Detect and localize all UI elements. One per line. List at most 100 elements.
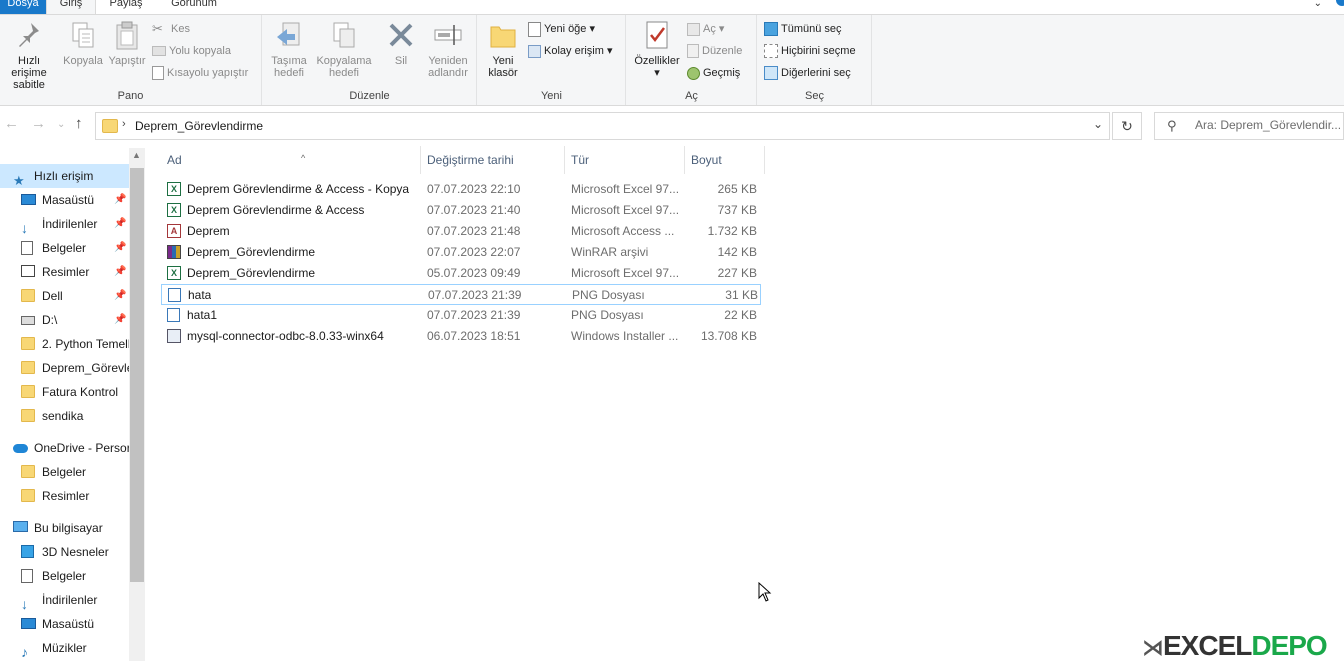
nav-item[interactable]: ★ Hızlı erişim bbox=[0, 164, 129, 188]
image-icon bbox=[168, 288, 183, 303]
rename-button[interactable]: Yeniden adlandır bbox=[421, 19, 475, 79]
open-button[interactable]: Aç ▾ bbox=[687, 19, 724, 39]
nav-item-label: Belgeler bbox=[42, 241, 87, 255]
pin-icon[interactable]: 📌 bbox=[114, 260, 126, 284]
file-name[interactable]: Deprem Görevlendirme & Access bbox=[187, 200, 364, 221]
invert-selection-button[interactable]: Diğerlerini seç bbox=[764, 63, 851, 83]
breadcrumb-current[interactable]: Deprem_Görevlendirme bbox=[135, 119, 263, 133]
navpane-scrollbar[interactable]: ▲ bbox=[129, 148, 145, 661]
nav-item[interactable]: Masaüstü bbox=[0, 612, 129, 636]
select-all-button[interactable]: Tümünü seç bbox=[764, 19, 842, 39]
select-none-button[interactable]: Hiçbirini seçme bbox=[764, 41, 856, 61]
file-row[interactable]: X Deprem_Görevlendirme 05.07.2023 09:49 Mic… bbox=[161, 263, 761, 284]
nav-item[interactable]: Resimler bbox=[0, 484, 129, 508]
pin-quick-access-label: Hızlı erişime sabitle bbox=[11, 55, 47, 91]
nav-item[interactable]: OneDrive - Persor bbox=[0, 436, 129, 460]
nav-item[interactable]: ♪ Müzikler bbox=[0, 636, 129, 660]
column-header-size[interactable]: Boyut bbox=[685, 146, 765, 174]
file-date: 07.07.2023 22:10 bbox=[427, 182, 521, 196]
refresh-button[interactable]: ↻ bbox=[1112, 112, 1142, 140]
pin-quick-access-button[interactable]: Hızlı erişime sabitle bbox=[0, 19, 58, 91]
paste-button[interactable]: Yapıştır bbox=[104, 19, 150, 67]
nav-item[interactable]: D:\ 📌 bbox=[0, 308, 129, 332]
file-name[interactable]: hata1 bbox=[187, 305, 217, 326]
file-name[interactable]: Deprem Görevlendirme & Access - Kopya bbox=[187, 179, 409, 200]
nav-item[interactable]: Belgeler 📌 bbox=[0, 236, 129, 260]
history-button[interactable]: Geçmiş bbox=[687, 63, 740, 83]
new-folder-button[interactable]: Yeni klasör bbox=[480, 19, 526, 79]
copy-icon bbox=[72, 22, 94, 48]
address-bar[interactable]: › Deprem_Görevlendirme ⌄ bbox=[95, 112, 1110, 140]
file-name[interactable]: Deprem_Görevlendirme bbox=[187, 263, 315, 284]
copy-path-button[interactable]: Yolu kopyala bbox=[152, 41, 231, 61]
breadcrumb-chevron-icon[interactable]: › bbox=[122, 118, 126, 130]
nav-item-label: Bu bilgisayar bbox=[34, 521, 103, 535]
file-row[interactable]: Deprem_Görevlendirme 07.07.2023 22:07 WinR… bbox=[161, 242, 761, 263]
column-header-date-label: Değiştirme tarihi bbox=[427, 153, 514, 167]
nav-item[interactable]: Bu bilgisayar bbox=[0, 516, 129, 540]
pin-icon[interactable]: 📌 bbox=[114, 212, 126, 236]
edit-button[interactable]: Düzenle bbox=[687, 41, 742, 61]
file-row[interactable]: hata1 07.07.2023 21:39 PNG Dosyası 22 KB bbox=[161, 305, 761, 326]
copy-to-button[interactable]: Kopyalama hedefi bbox=[313, 19, 375, 79]
recent-locations-icon[interactable]: ⌄ bbox=[57, 119, 65, 130]
back-arrow-icon[interactable]: ← bbox=[4, 115, 19, 132]
nav-item[interactable]: 3D Nesneler bbox=[0, 540, 129, 564]
nav-item[interactable]: Deprem_Görevle bbox=[0, 356, 129, 380]
nav-item[interactable]: ↓ İndirilenler 📌 bbox=[0, 212, 129, 236]
column-header-name[interactable]: ^ Ad bbox=[161, 146, 421, 174]
tab-share[interactable]: Paylaş bbox=[100, 0, 152, 14]
pin-icon[interactable]: 📌 bbox=[114, 308, 126, 332]
nav-item[interactable]: Belgeler bbox=[0, 564, 129, 588]
new-item-label: Yeni öğe bbox=[544, 23, 587, 35]
nav-item[interactable]: Fatura Kontrol bbox=[0, 380, 129, 404]
file-row[interactable]: mysql-connector-odbc-8.0.33-winx64 06.07.… bbox=[161, 326, 761, 347]
paste-shortcut-button[interactable]: Kısayolu yapıştır bbox=[152, 63, 248, 83]
file-row[interactable]: X Deprem Görevlendirme & Access 07.07.2023… bbox=[161, 200, 761, 221]
nav-item[interactable]: Dell 📌 bbox=[0, 284, 129, 308]
pin-icon[interactable]: 📌 bbox=[114, 188, 126, 212]
scroll-up-icon[interactable]: ▲ bbox=[132, 150, 141, 160]
file-name[interactable]: Deprem bbox=[187, 221, 230, 242]
nav-item[interactable]: Resimler 📌 bbox=[0, 260, 129, 284]
file-type: Microsoft Access ... bbox=[571, 224, 675, 238]
address-dropdown-icon[interactable]: ⌄ bbox=[1093, 117, 1103, 131]
move-to-button[interactable]: Taşıma hedefi bbox=[267, 19, 311, 79]
nav-item[interactable]: 2. Python Temell bbox=[0, 332, 129, 356]
file-name[interactable]: Deprem_Görevlendirme bbox=[187, 242, 315, 263]
tab-home[interactable]: Giriş bbox=[46, 0, 96, 14]
file-name[interactable]: hata bbox=[188, 285, 211, 306]
column-header-type[interactable]: Tür bbox=[565, 146, 685, 174]
copy-button[interactable]: Kopyala bbox=[60, 19, 106, 67]
new-item-button[interactable]: Yeni öğe ▾ bbox=[528, 19, 595, 39]
copy-to-icon bbox=[333, 22, 355, 48]
search-input[interactable] bbox=[1195, 118, 1343, 132]
up-arrow-icon[interactable]: ↑ bbox=[75, 115, 83, 132]
nav-item[interactable]: ↓ İndirilenler bbox=[0, 588, 129, 612]
column-header-date[interactable]: Değiştirme tarihi bbox=[421, 146, 565, 174]
help-icon[interactable] bbox=[1336, 0, 1344, 6]
nav-item[interactable]: sendika bbox=[0, 404, 129, 428]
delete-button[interactable]: Sil bbox=[379, 19, 423, 67]
file-name[interactable]: mysql-connector-odbc-8.0.33-winx64 bbox=[187, 326, 384, 347]
documents-icon bbox=[21, 569, 36, 583]
forward-arrow-icon[interactable]: → bbox=[31, 115, 46, 132]
cut-button[interactable]: ✂ Kes bbox=[152, 19, 190, 39]
navpane-scroll-thumb[interactable] bbox=[130, 168, 144, 582]
file-row[interactable]: A Deprem 07.07.2023 21:48 Microsoft Access … bbox=[161, 221, 761, 242]
tab-view[interactable]: Görünüm bbox=[158, 0, 230, 14]
search-box[interactable]: ⚲ bbox=[1154, 112, 1344, 140]
file-row[interactable]: hata 07.07.2023 21:39 PNG Dosyası 31 KB bbox=[161, 284, 761, 305]
properties-button[interactable]: Özellikler ▾ bbox=[629, 19, 685, 79]
excel-icon: X bbox=[167, 266, 182, 281]
nav-item[interactable]: Belgeler bbox=[0, 460, 129, 484]
file-type: WinRAR arşivi bbox=[571, 245, 649, 259]
pin-icon[interactable]: 📌 bbox=[114, 236, 126, 260]
collapse-ribbon-icon[interactable]: ⌄ bbox=[1314, 0, 1322, 9]
nav-item[interactable]: Masaüstü 📌 bbox=[0, 188, 129, 212]
nav-item-label: Müzikler bbox=[42, 641, 87, 655]
pin-icon[interactable]: 📌 bbox=[114, 284, 126, 308]
tab-file[interactable]: Dosya bbox=[0, 0, 46, 14]
easy-access-button[interactable]: Kolay erişim ▾ bbox=[528, 41, 612, 61]
file-row[interactable]: X Deprem Görevlendirme & Access - Kopya 07… bbox=[161, 179, 761, 200]
